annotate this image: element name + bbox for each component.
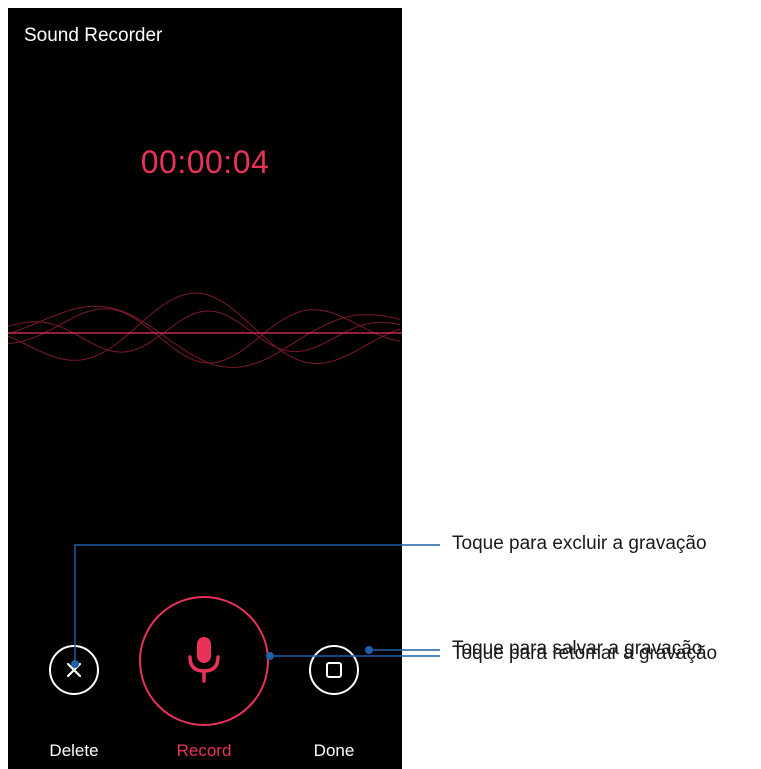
stop-square-icon: [326, 662, 342, 678]
delete-label: Delete: [49, 741, 99, 760]
elapsed-timer: 00:00:04: [140, 144, 270, 180]
callout-delete-text: Toque para excluir a gravação: [452, 533, 707, 554]
waveform-visualizer: [8, 292, 402, 368]
recorder-screen: Sound Recorder 00:00:04 Delete Record Do…: [8, 8, 402, 769]
delete-button[interactable]: [49, 645, 99, 695]
waveform-curve: [8, 308, 401, 364]
waveform-curve: [8, 310, 401, 353]
microphone-icon: [188, 637, 220, 683]
waveform-curve: [8, 292, 401, 365]
record-label: Record: [176, 741, 232, 760]
callout-done-text: Toque para salvar a gravação: [452, 638, 703, 659]
done-label: Done: [313, 741, 355, 760]
done-button[interactable]: [309, 645, 359, 695]
close-icon: [66, 662, 82, 678]
record-button[interactable]: [139, 596, 269, 726]
app-title: Sound Recorder: [24, 25, 163, 46]
